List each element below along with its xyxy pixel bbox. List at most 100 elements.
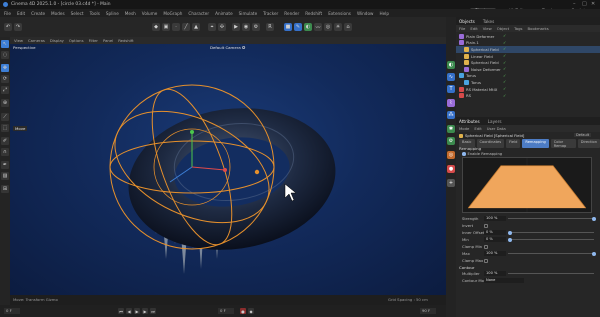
object-enabled-check-icon[interactable]: ✓ [503, 54, 507, 58]
null-strip-icon[interactable]: + [447, 179, 455, 187]
object-enabled-check-icon[interactable]: ✓ [503, 47, 507, 51]
viewport[interactable]: Perspective Default Camera ✪ Move [10, 44, 446, 295]
points-mode-icon[interactable]: ⋅ [172, 23, 180, 31]
axis-lock-icon[interactable]: ⊞ [1, 185, 9, 193]
magnet-icon[interactable]: ∩ [1, 148, 9, 156]
material-strip-icon[interactable]: ● [447, 165, 455, 173]
field-strip-icon[interactable]: ◎ [447, 151, 455, 159]
redshift-icon[interactable]: R [266, 23, 274, 31]
attr-slider[interactable] [508, 218, 594, 219]
object-row[interactable]: Torus ✓ [456, 73, 600, 80]
tab-objects[interactable]: Objects [459, 19, 475, 24]
edges-mode-icon[interactable]: ╱ [182, 23, 190, 31]
close-button[interactable]: ✕ [591, 1, 595, 7]
subtab-color-remap[interactable]: Color Remap [550, 139, 576, 148]
go-end-icon[interactable]: ⏭ [150, 308, 156, 314]
attr-slider-knob[interactable] [592, 251, 596, 256]
text-strip-icon[interactable]: T [447, 85, 455, 93]
subtab-field[interactable]: Field [506, 139, 521, 148]
extrude-icon[interactable]: ⬚ [1, 124, 9, 132]
object-enabled-check-icon[interactable]: ✓ [503, 60, 507, 65]
menu-redshift[interactable]: Redshift [305, 11, 322, 16]
polygons-mode-icon[interactable]: ▲ [192, 23, 200, 31]
render-settings-icon[interactable]: ⚙ [252, 23, 260, 31]
enable-remapping-checkbox[interactable] [462, 152, 466, 156]
attr-slider-knob[interactable] [508, 230, 512, 235]
om-menu-tags[interactable]: Tags [514, 26, 522, 31]
frame-current-field[interactable]: 0 F [218, 308, 234, 314]
vp-menu-panel[interactable]: Panel [103, 38, 113, 43]
object-enabled-check-icon[interactable]: ✓ [503, 73, 507, 78]
torus-object[interactable] [119, 95, 344, 263]
menu-file[interactable]: File [4, 11, 11, 16]
spline-pen-icon[interactable]: ✒ [1, 161, 9, 169]
object-row[interactable]: Noise Deformer ✓ [456, 66, 600, 73]
live-select-icon[interactable]: ◌ [1, 51, 9, 59]
tab-attributes[interactable]: Attributes [459, 119, 480, 124]
menu-modes[interactable]: Modes [51, 11, 65, 16]
effector-strip-icon[interactable]: ⚙ [447, 137, 455, 145]
object-row[interactable]: Plain.1 ✓ [456, 40, 600, 47]
spline-strip-icon[interactable]: ∿ [447, 73, 455, 81]
om-menu-edit[interactable]: Edit [470, 26, 477, 31]
subtab-remapping[interactable]: Remapping [522, 139, 549, 148]
step-back-icon[interactable]: ◀ [126, 308, 132, 314]
object-row[interactable]: Spherical Field ✓ [456, 46, 600, 53]
vp-menu-view[interactable]: View [14, 38, 23, 43]
camera-icon[interactable]: ⌂ [344, 23, 352, 31]
menu-extensions[interactable]: Extensions [328, 11, 351, 16]
render-icon[interactable]: ◉ [242, 23, 250, 31]
field-icon[interactable]: ◎ [324, 23, 332, 31]
snap-icon[interactable]: ⌖ [208, 23, 216, 31]
menu-simulate[interactable]: Simulate [239, 11, 258, 16]
attr-checkbox[interactable] [484, 244, 488, 249]
frame-end-field[interactable]: 90 F [420, 308, 436, 314]
attr-value-field[interactable]: 0 % [484, 230, 506, 235]
attr-slider[interactable] [508, 232, 594, 233]
step-forward-icon[interactable]: ▶ [142, 308, 148, 314]
preset-dropdown[interactable]: Default [574, 133, 592, 137]
axis-icon[interactable]: ✣ [218, 23, 226, 31]
subtab-direction[interactable]: Direction [577, 139, 600, 148]
remap-curve-graph[interactable] [462, 157, 592, 213]
generator-strip-icon[interactable]: ◐ [447, 61, 455, 69]
knife-icon[interactable]: ⟋ [1, 113, 9, 121]
object-enabled-check-icon[interactable]: ✓ [503, 67, 507, 71]
attr-menu-userdata[interactable]: User Data [487, 126, 506, 131]
object-row[interactable]: RS Material MtlX ✓ [456, 86, 600, 93]
multiplier-slider[interactable] [508, 273, 594, 274]
object-enabled-check-icon[interactable]: ✓ [503, 40, 507, 45]
volume-strip-icon[interactable]: ✱ [447, 125, 455, 133]
maximize-button[interactable]: □ [582, 1, 587, 7]
menu-create[interactable]: Create [31, 11, 45, 16]
tab-layers[interactable]: Layers [488, 119, 502, 124]
om-menu-bookmarks[interactable]: Bookmarks [528, 26, 549, 31]
mesh-mode-icon[interactable]: ▣ [162, 23, 170, 31]
brush-icon[interactable]: ✐ [1, 137, 9, 145]
om-menu-object[interactable]: Object [497, 26, 509, 31]
attr-value-field[interactable]: 100 % [484, 251, 506, 256]
object-enabled-check-icon[interactable]: ✓ [503, 87, 507, 91]
object-enabled-check-icon[interactable]: ✓ [503, 34, 507, 38]
menu-render[interactable]: Render [284, 11, 299, 16]
menu-edit[interactable]: Edit [17, 11, 25, 16]
vp-menu-cameras[interactable]: Cameras [28, 38, 45, 43]
attr-slider-knob[interactable] [592, 216, 596, 221]
vp-menu-redshift[interactable]: Redshift [118, 38, 133, 43]
attr-value-field[interactable]: 100 % [484, 216, 506, 221]
multiplier-field[interactable]: 100 % [484, 271, 506, 276]
menu-volume[interactable]: Volume [142, 11, 158, 16]
attr-slider-knob[interactable] [508, 237, 512, 242]
record-icon[interactable]: ● [240, 308, 246, 314]
menu-help[interactable]: Help [379, 11, 389, 16]
generator-icon[interactable]: ◐ [304, 23, 312, 31]
object-enabled-check-icon[interactable]: ✓ [503, 80, 507, 84]
object-row[interactable]: Spherical Field ✓ [456, 59, 600, 66]
render-view-icon[interactable]: ▶ [232, 23, 240, 31]
attr-menu-edit[interactable]: Edit [474, 126, 481, 131]
move-icon[interactable]: ✥ [1, 64, 9, 72]
vp-menu-options[interactable]: Options [69, 38, 84, 43]
attr-menu-mode[interactable]: Mode [459, 126, 469, 131]
deformer-strip-icon[interactable]: ⌇ [447, 99, 455, 107]
paint-icon[interactable]: ▨ [1, 172, 9, 180]
